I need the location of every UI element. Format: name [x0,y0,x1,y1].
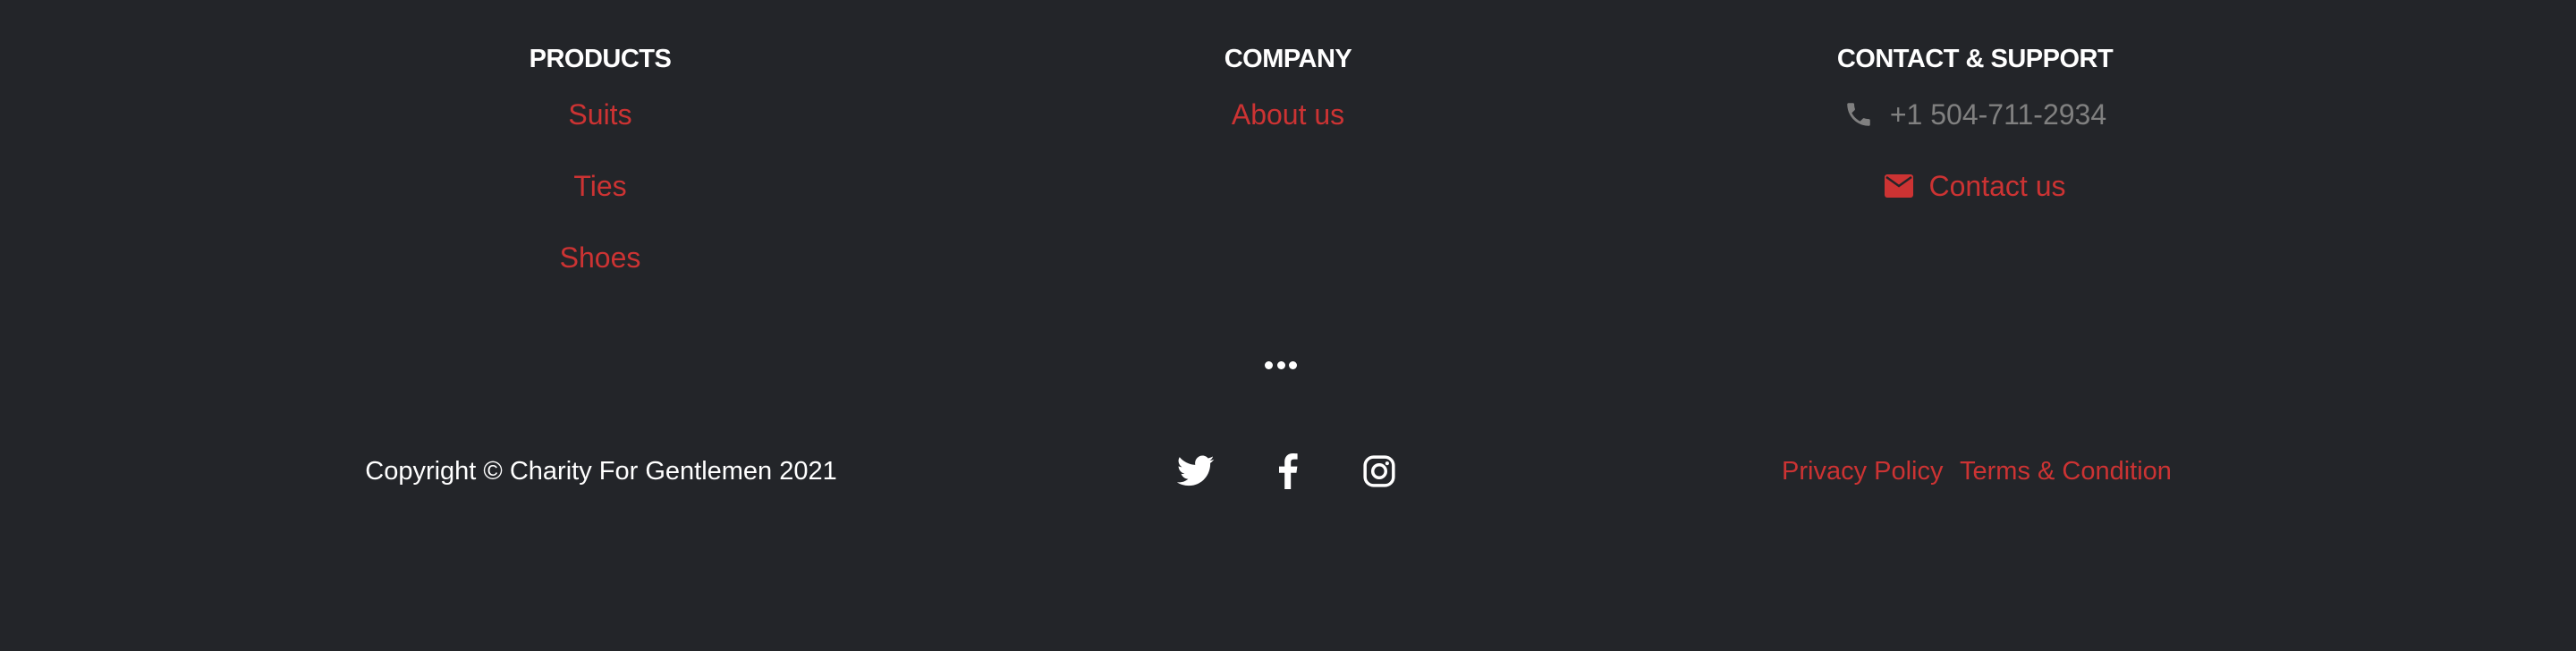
copyright-text: Copyright © Charity For Gentlemen 2021 [365,457,837,486]
instagram-link[interactable] [1358,452,1401,495]
phone-number-text: +1 504-711-2934 [1889,98,2107,131]
phone-number: +1 504-711-2934 [1662,95,2288,134]
site-footer: PRODUCTS Suits Ties Shoes COMPANY About … [0,0,2576,651]
dot [1265,360,1273,369]
facebook-link[interactable] [1267,452,1309,495]
twitter-icon [1176,455,1215,492]
facebook-icon [1278,452,1298,495]
dot [1289,360,1297,369]
twitter-link[interactable] [1174,452,1217,495]
instagram-icon [1362,454,1396,493]
company-link-about-us[interactable]: About us [975,95,1601,134]
products-link-ties[interactable]: Ties [287,166,913,206]
envelope-icon [1884,174,1913,198]
dot [1276,360,1285,369]
ellipsis-icon [1265,358,1297,372]
phone-icon [1843,99,1874,130]
contact-us-link[interactable]: Contact us [1662,166,2288,206]
terms-condition-link[interactable]: Terms & Condition [1960,452,2172,491]
company-heading: COMPANY [1224,45,1352,73]
privacy-policy-link[interactable]: Privacy Policy [1782,452,1944,491]
products-link-suits[interactable]: Suits [287,95,913,134]
products-link-shoes[interactable]: Shoes [287,238,913,277]
products-heading: PRODUCTS [529,45,672,73]
contact-us-label: Contact us [1928,170,2066,202]
contact-heading: CONTACT & SUPPORT [1836,45,2114,73]
